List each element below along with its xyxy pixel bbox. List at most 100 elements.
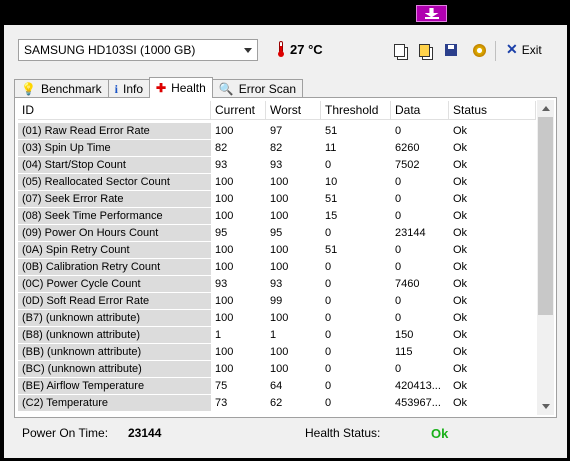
column-header[interactable]: Data [391, 101, 449, 119]
table-row[interactable]: (BC) (unknown attribute) 100 100 0 0 Ok [18, 360, 536, 377]
close-icon: ✕ [506, 41, 518, 57]
health-status-value: Ok [431, 426, 449, 441]
table-row[interactable]: (04) Start/Stop Count 93 93 0 7502 Ok [18, 156, 536, 173]
table-row[interactable]: (C2) Temperature 73 62 0 453967... Ok [18, 394, 536, 411]
hd-tune-window: SAMSUNG HD103SI (1000 GB) 27 °C ✕ Exit 💡… [4, 25, 567, 458]
table-cell: 100 [270, 209, 289, 222]
chevron-down-icon[interactable] [239, 40, 257, 60]
table-cell: 0 [325, 226, 332, 239]
copy-screenshot-button[interactable] [415, 41, 433, 59]
table-cell: 64 [270, 379, 283, 392]
table-cell: (BB) (unknown attribute) [18, 343, 211, 360]
table-cell: Ok [453, 158, 468, 171]
column-header[interactable]: Status [449, 101, 536, 119]
table-cell: 0 [325, 379, 332, 392]
table-cell: (01) Raw Read Error Rate [18, 122, 211, 139]
table-cell: 1 [215, 328, 222, 341]
table-cell: 95 [215, 226, 228, 239]
scroll-thumb[interactable] [538, 117, 553, 315]
table-row[interactable]: (05) Reallocated Sector Count 100 100 10 0 Ok [18, 173, 536, 190]
table-cell: 0 [325, 328, 332, 341]
table-cell: 0 [325, 396, 332, 409]
table-row[interactable]: (09) Power On Hours Count 95 95 0 23144 Ok [18, 224, 536, 241]
table-cell: Ok [453, 294, 468, 307]
save-button[interactable] [442, 41, 460, 59]
table-cell: (BE) Airflow Temperature [18, 377, 211, 394]
table-cell: (0B) Calibration Retry Count [18, 258, 211, 275]
table-row[interactable]: (03) Spin Up Time 82 82 11 6260 Ok [18, 139, 536, 156]
table-cell: 100 [215, 175, 234, 188]
table-cell: 100 [270, 192, 289, 205]
table-cell: 0 [395, 243, 402, 256]
table-cell: 82 [215, 141, 228, 154]
table-row[interactable]: (BE) Airflow Temperature 75 64 0 420413... Ok [18, 377, 536, 394]
health-panel: ID Current Worst Threshold Data Status (… [14, 97, 557, 418]
table-row[interactable]: (01) Raw Read Error Rate 100 97 51 0 Ok [18, 122, 536, 139]
column-header[interactable]: Threshold [321, 101, 391, 119]
tab-benchmark[interactable]: 💡 Benchmark [14, 79, 109, 98]
table-row[interactable]: (07) Seek Error Rate 100 100 51 0 Ok [18, 190, 536, 207]
table-cell: 100 [270, 175, 289, 188]
table-cell: (09) Power On Hours Count [18, 224, 211, 241]
table-cell: Ok [453, 260, 468, 273]
table-cell: 10 [325, 175, 338, 188]
table-cell: 100 [215, 192, 234, 205]
table-cell: 93 [270, 158, 283, 171]
tab-bar: 💡 Benchmark i Info ✚ Health 🔍 Error Scan [14, 77, 304, 98]
vertical-scrollbar[interactable] [537, 100, 554, 415]
table-row[interactable]: (0A) Spin Retry Count 100 100 51 0 Ok [18, 241, 536, 258]
table-cell: (07) Seek Error Rate [18, 190, 211, 207]
column-header[interactable]: Worst [266, 101, 321, 119]
table-cell: Ok [453, 311, 468, 324]
tab-error-scan[interactable]: 🔍 Error Scan [211, 79, 304, 98]
table-cell: (08) Seek Time Performance [18, 207, 211, 224]
table-cell: 150 [395, 328, 414, 341]
table-row[interactable]: (0C) Power Cycle Count 93 93 0 7460 Ok [18, 275, 536, 292]
copy-screenshot-icon [418, 43, 430, 57]
table-cell: 420413... [395, 379, 441, 392]
table-cell: 100 [215, 243, 234, 256]
table-row[interactable]: (BB) (unknown attribute) 100 100 0 115 Ok [18, 343, 536, 360]
drive-select[interactable]: SAMSUNG HD103SI (1000 GB) [18, 39, 258, 61]
table-cell: 93 [215, 158, 228, 171]
smart-table: ID Current Worst Threshold Data Status (… [18, 101, 536, 414]
table-cell: 7502 [395, 158, 420, 171]
table-cell: 100 [270, 243, 289, 256]
magnifier-icon: 🔍 [218, 82, 234, 96]
scroll-up-icon[interactable] [537, 100, 554, 117]
table-cell: 0 [395, 209, 402, 222]
table-cell: 100 [270, 311, 289, 324]
scroll-down-icon[interactable] [537, 398, 554, 415]
table-cell: 100 [270, 260, 289, 273]
table-row[interactable]: (08) Seek Time Performance 100 100 15 0 Ok [18, 207, 536, 224]
copy-text-button[interactable] [390, 41, 408, 59]
exit-button[interactable]: ✕ Exit [506, 41, 542, 58]
tab-info[interactable]: i Info [107, 79, 151, 98]
table-row[interactable]: (0B) Calibration Retry Count 100 100 0 0 Ok [18, 258, 536, 275]
options-button[interactable] [470, 41, 488, 59]
table-cell: 100 [215, 124, 234, 137]
drive-select-value: SAMSUNG HD103SI (1000 GB) [24, 43, 196, 57]
table-row[interactable]: (B8) (unknown attribute) 1 1 0 150 Ok [18, 326, 536, 343]
table-cell: (BC) (unknown attribute) [18, 360, 211, 377]
tab-health[interactable]: ✚ Health [149, 77, 213, 98]
column-header[interactable]: ID [18, 101, 211, 119]
table-row[interactable]: (B7) (unknown attribute) 100 100 0 0 Ok [18, 309, 536, 326]
table-cell: 0 [325, 158, 332, 171]
table-cell: Ok [453, 226, 468, 239]
tab-label: Benchmark [40, 82, 102, 96]
download-button[interactable] [416, 5, 447, 22]
table-cell: 93 [270, 277, 283, 290]
table-cell: Ok [453, 328, 468, 341]
table-cell: 95 [270, 226, 283, 239]
tab-label: Error Scan [238, 82, 297, 96]
table-cell: 51 [325, 124, 338, 137]
table-cell: 51 [325, 243, 338, 256]
table-cell: (C2) Temperature [18, 394, 211, 411]
table-cell: Ok [453, 345, 468, 358]
column-header[interactable]: Current [211, 101, 266, 119]
table-row[interactable]: (0D) Soft Read Error Rate 100 99 0 0 Ok [18, 292, 536, 309]
table-cell: 100 [215, 260, 234, 273]
table-cell: 1 [270, 328, 277, 341]
tab-label: Info [123, 82, 144, 96]
